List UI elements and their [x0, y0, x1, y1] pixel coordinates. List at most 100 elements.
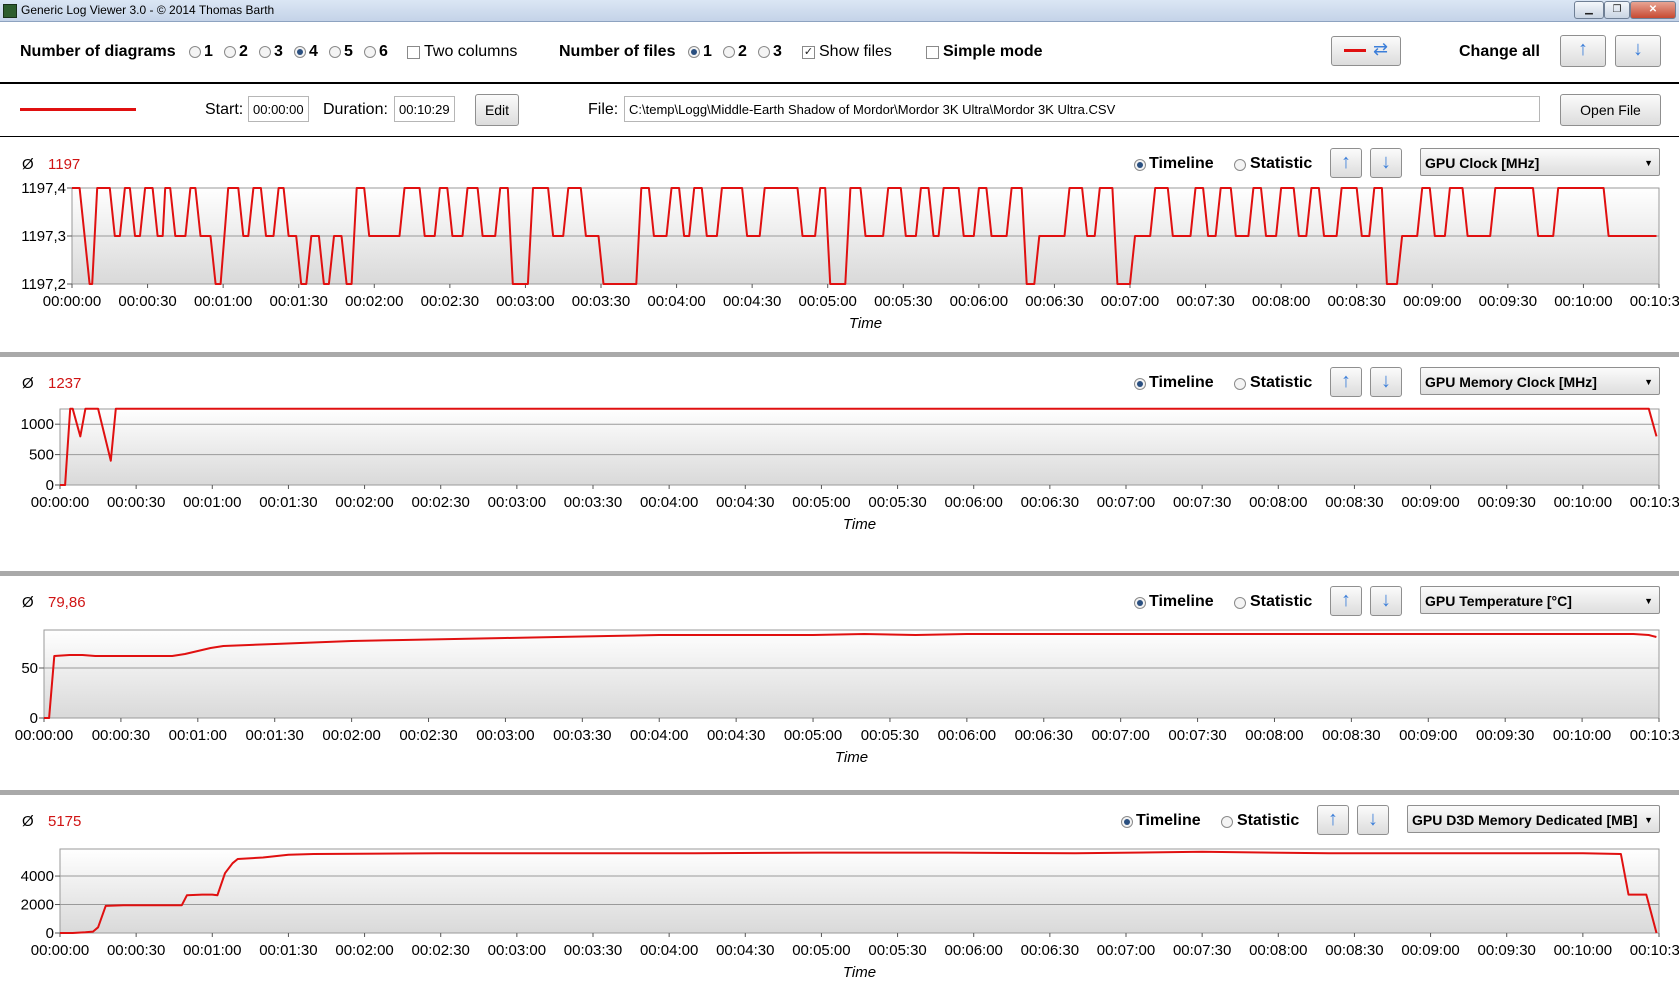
average-symbol: Ø: [22, 375, 34, 392]
average-symbol: Ø: [22, 594, 34, 611]
y-tick-label: 1197,3: [21, 228, 66, 245]
move-all-up-button[interactable]: ↑: [1560, 35, 1606, 67]
diagrams-radio-5[interactable]: [329, 46, 341, 58]
maximize-button[interactable]: ❐: [1604, 1, 1630, 19]
chart-gpu-d3d-memory: 0 2000 4000 00:00:00 00:00:30 00:01:00 00:01:3…: [21, 848, 1679, 981]
x-tick-label: 00:05:00: [799, 293, 857, 310]
x-tick-label: 00:09:00: [1399, 727, 1457, 744]
move-up-button[interactable]: ↑: [1330, 367, 1362, 397]
move-down-button[interactable]: ↓: [1370, 586, 1402, 616]
x-tick-label: 00:03:30: [553, 727, 611, 744]
duration-input[interactable]: 00:10:29: [394, 96, 455, 122]
two-columns-checkbox[interactable]: [407, 46, 420, 59]
x-tick-label: 00:09:00: [1401, 494, 1459, 511]
timeline-radio[interactable]: [1134, 159, 1146, 171]
x-tick-label: 00:01:30: [259, 494, 317, 511]
x-tick-label: 00:04:00: [647, 293, 705, 310]
arrow-down-icon: ↓: [1633, 38, 1643, 60]
arrow-down-icon: ↓: [1368, 808, 1378, 830]
y-tick-label: 0: [46, 925, 54, 942]
diagrams-radio-2[interactable]: [224, 46, 236, 58]
x-tick-label: 00:08:00: [1245, 727, 1303, 744]
edit-button[interactable]: Edit: [475, 94, 519, 126]
x-tick-label: 00:06:30: [1021, 942, 1079, 959]
files-radio-3[interactable]: [758, 46, 770, 58]
x-tick-label: 00:08:30: [1328, 293, 1386, 310]
window-titlebar: Generic Log Viewer 3.0 - © 2014 Thomas B…: [0, 0, 1679, 22]
x-tick-label: 00:08:00: [1249, 942, 1307, 959]
x-tick-label: 00:02:00: [335, 942, 393, 959]
statistic-radio[interactable]: [1221, 816, 1233, 828]
show-files-checkbox[interactable]: ✓: [802, 46, 815, 59]
start-label: Start:: [205, 101, 244, 118]
files-radio-1[interactable]: [688, 46, 700, 58]
diagrams-radio-4[interactable]: [294, 46, 306, 58]
x-tick-label: 00:04:00: [630, 727, 688, 744]
x-tick-label: 00:08:30: [1322, 727, 1380, 744]
x-tick-label: 00:06:30: [1021, 494, 1079, 511]
x-tick-label: 00:04:00: [640, 494, 698, 511]
y-tick-label: 50: [21, 660, 38, 677]
file-path-input[interactable]: C:\temp\Logg\Middle-Earth Shadow of Mord…: [624, 96, 1540, 122]
timeline-radio[interactable]: [1121, 816, 1133, 828]
chart-gpu-memory-clock: 0 500 1000 00:00:00 00:00:30 00:01:00 00:01:30…: [21, 407, 1679, 533]
close-button[interactable]: ✕: [1630, 1, 1676, 19]
metric-select[interactable]: GPU D3D Memory Dedicated [MB] ▼: [1407, 805, 1660, 833]
arrow-up-icon: ↑: [1341, 370, 1351, 392]
x-tick-label: 00:02:00: [345, 293, 403, 310]
timeline-radio[interactable]: [1134, 378, 1146, 390]
chevron-down-icon: ▼: [1644, 596, 1653, 606]
arrow-up-icon: ↑: [1341, 151, 1351, 173]
diagrams-radio-1[interactable]: [189, 46, 201, 58]
x-tick-label: 00:04:30: [707, 727, 765, 744]
average-label: Ø 79,86: [22, 594, 86, 611]
move-up-button[interactable]: ↑: [1317, 805, 1349, 835]
x-tick-label: 00:07:00: [1097, 494, 1155, 511]
x-tick-label: 00:01:00: [169, 727, 227, 744]
diagrams-radio-6[interactable]: [364, 46, 376, 58]
average-value: 1237: [48, 375, 82, 392]
x-tick-label: 00:00:00: [31, 494, 89, 511]
plot-area: [59, 408, 1660, 486]
diagrams-radio-3[interactable]: [259, 46, 271, 58]
move-up-button[interactable]: ↑: [1330, 586, 1362, 616]
move-down-button[interactable]: ↓: [1357, 805, 1389, 835]
average-value: 79,86: [48, 594, 86, 611]
move-all-down-button[interactable]: ↓: [1615, 35, 1661, 67]
x-tick-label: 00:03:00: [488, 494, 546, 511]
statistic-label: Statistic: [1250, 374, 1313, 391]
start-input[interactable]: 00:00:00: [248, 96, 309, 122]
line-color-swap-button[interactable]: ⇄: [1331, 36, 1401, 66]
statistic-radio[interactable]: [1234, 159, 1246, 171]
statistic-radio[interactable]: [1234, 597, 1246, 609]
x-tick-label: 00:01:00: [183, 494, 241, 511]
move-up-button[interactable]: ↑: [1330, 148, 1362, 178]
simple-mode-checkbox[interactable]: [926, 46, 939, 59]
metric-select[interactable]: GPU Temperature [°C] ▼: [1420, 586, 1660, 614]
x-tick-label: 00:05:00: [792, 494, 850, 511]
move-down-button[interactable]: ↓: [1370, 148, 1402, 178]
statistic-radio[interactable]: [1234, 378, 1246, 390]
change-all-label: Change all: [1459, 43, 1540, 60]
open-file-button[interactable]: Open File: [1560, 94, 1661, 126]
metric-select[interactable]: GPU Memory Clock [MHz] ▼: [1420, 367, 1660, 395]
arrow-up-icon: ↑: [1341, 589, 1351, 611]
diagrams-option-label: 6: [379, 43, 388, 60]
x-tick-label: 00:09:00: [1401, 942, 1459, 959]
x-tick-label: 00:00:00: [31, 942, 89, 959]
move-down-button[interactable]: ↓: [1370, 367, 1402, 397]
average-label: Ø 5175: [22, 813, 81, 830]
x-tick-label: 00:07:00: [1091, 727, 1149, 744]
x-tick-label: 00:03:00: [476, 727, 534, 744]
minimize-button[interactable]: ▁: [1574, 1, 1604, 19]
diagrams-option-label: 4: [309, 43, 318, 60]
x-axis-label: Time: [843, 964, 876, 981]
x-tick-label: 00:09:00: [1403, 293, 1461, 310]
x-tick-label: 00:08:30: [1325, 942, 1383, 959]
x-tick-label: 00:10:30: [1630, 942, 1679, 959]
timeline-radio[interactable]: [1134, 597, 1146, 609]
files-radio-2[interactable]: [723, 46, 735, 58]
x-tick-label: 00:07:30: [1176, 293, 1234, 310]
metric-select[interactable]: GPU Clock [MHz] ▼: [1420, 148, 1660, 176]
x-tick-label: 00:10:00: [1554, 293, 1612, 310]
